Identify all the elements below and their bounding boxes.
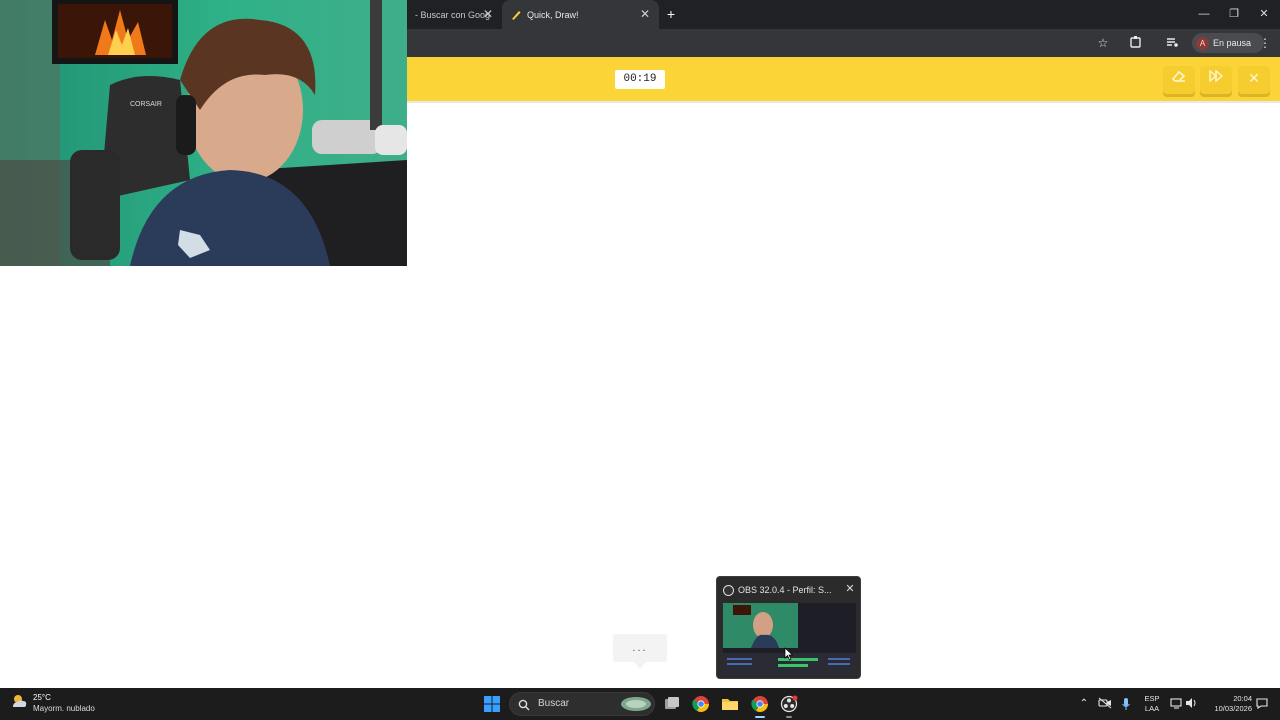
obs-window-title: OBS 32.0.4 - Perfil: S...: [738, 585, 832, 595]
profile-button[interactable]: A En pausa: [1192, 33, 1264, 53]
weather-temp: 25°C: [33, 693, 51, 702]
search-label: Buscar: [538, 698, 570, 709]
close-icon: ✕: [1248, 70, 1260, 86]
media-icon[interactable]: [1164, 35, 1180, 51]
active-app-indicator: [755, 716, 765, 718]
quickdraw-header: 00:19 ✕: [407, 57, 1280, 103]
tab-google-search[interactable]: - Buscar con Goog ✕: [407, 0, 502, 29]
skip-icon: [1208, 69, 1224, 86]
avatar: A: [1196, 36, 1209, 50]
weather-desc: Mayorm. nublado: [33, 704, 95, 713]
ai-guess-bubble-tail: [634, 662, 646, 669]
chrome-icon[interactable]: [691, 694, 711, 714]
webcam-overlay: CORSAIR: [0, 0, 407, 266]
obs-thumbnail-popup[interactable]: OBS 32.0.4 - Perfil: S... ✕: [716, 576, 861, 679]
ai-guess-bubble: ...: [613, 634, 667, 662]
close-window-button[interactable]: ✕: [1255, 5, 1273, 23]
start-icon[interactable]: [482, 694, 502, 714]
network-icon[interactable]: [1170, 697, 1184, 711]
camera-off-icon[interactable]: [1098, 697, 1112, 711]
close-icon[interactable]: ✕: [843, 582, 857, 596]
quickdraw-favicon-icon: [510, 9, 522, 21]
clock-date: 10/03/2026: [1214, 704, 1252, 713]
new-tab-button[interactable]: +: [662, 5, 680, 23]
file-explorer-icon[interactable]: [720, 694, 740, 714]
screen: CORSAIR - Buscar con Goog ✕ Quick, Draw!: [0, 0, 1280, 720]
cloud-sun-icon: [10, 693, 28, 714]
star-icon[interactable]: ☆: [1095, 35, 1111, 51]
timer: 00:19: [615, 70, 665, 89]
eraser-button[interactable]: [1163, 66, 1195, 94]
browser-toolbar: ☆ A En pausa ⋮: [407, 29, 1280, 57]
microphone-icon[interactable]: [1119, 697, 1133, 711]
close-icon[interactable]: ✕: [482, 8, 494, 20]
open-app-indicator: [786, 716, 792, 718]
task-view-icon[interactable]: [662, 694, 682, 714]
obs-preview[interactable]: [723, 603, 856, 675]
language-indicator[interactable]: ESP LAA: [1144, 694, 1160, 714]
notification-icon[interactable]: [1255, 697, 1269, 711]
obs-icon[interactable]: [779, 694, 799, 714]
clock-time: 20:04: [1233, 694, 1252, 703]
tab-label: - Buscar con Goog: [415, 9, 491, 20]
browser-tabbar: - Buscar con Goog ✕ Quick, Draw! ✕ + — ❐…: [407, 0, 1280, 29]
tab-quick-draw[interactable]: Quick, Draw! ✕: [502, 0, 659, 29]
profile-label: En pausa: [1213, 38, 1252, 48]
maximize-button[interactable]: ❐: [1225, 5, 1243, 23]
weather-widget[interactable]: 25°C Mayorm. nublado: [10, 692, 95, 714]
search-highlight-icon: [620, 696, 652, 717]
volume-icon[interactable]: [1185, 697, 1199, 711]
minimize-button[interactable]: —: [1195, 5, 1213, 23]
eraser-icon: [1171, 70, 1187, 86]
extensions-icon[interactable]: [1128, 35, 1144, 51]
language-line1: ESP: [1144, 694, 1160, 703]
more-icon[interactable]: ⋮: [1257, 35, 1273, 51]
close-game-button[interactable]: ✕: [1238, 66, 1270, 94]
webcam-scene: CORSAIR: [0, 0, 407, 266]
mouse-cursor-icon: [784, 647, 794, 661]
language-line2: LAA: [1144, 704, 1160, 713]
system-clock[interactable]: 20:04 10/03/2026: [1204, 694, 1252, 714]
chrome-active-icon[interactable]: [750, 694, 770, 714]
obs-icon: [723, 585, 734, 596]
skip-button[interactable]: [1200, 66, 1232, 94]
close-icon[interactable]: ✕: [639, 8, 651, 20]
tab-label: Quick, Draw!: [527, 9, 579, 20]
chair-brand-text: CORSAIR: [130, 101, 162, 108]
chevron-up-icon[interactable]: ⌃: [1077, 697, 1091, 711]
windows-taskbar: 25°C Mayorm. nublado Buscar ⌃ ESP LAA 20…: [0, 688, 1280, 720]
taskbar-search[interactable]: Buscar: [509, 692, 655, 716]
search-icon: [518, 698, 530, 716]
